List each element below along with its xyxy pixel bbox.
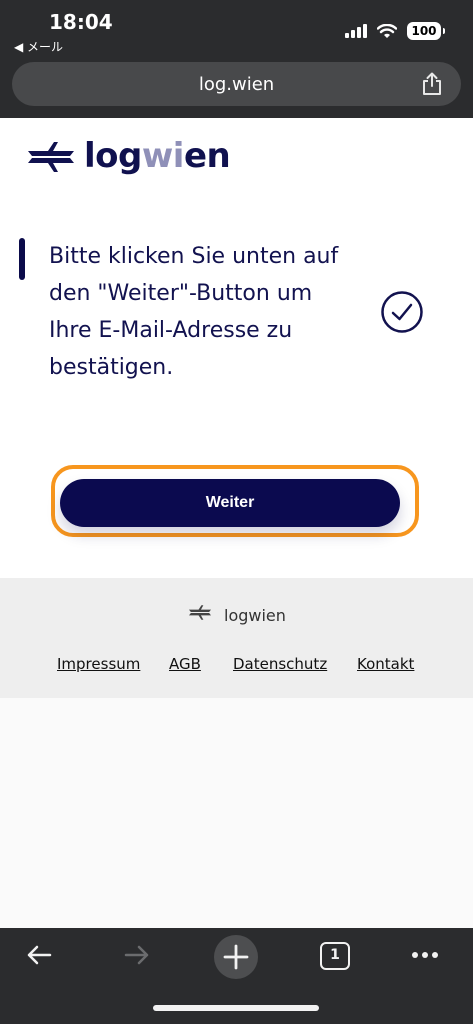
share-icon[interactable] (421, 72, 443, 96)
footer-link-agb[interactable]: AGB (169, 655, 201, 673)
status-icons: 100 (345, 22, 445, 40)
web-page: logwien Bitte klicken Sie unten auf den … (0, 118, 473, 928)
status-time: 18:04 (49, 10, 113, 34)
wifi-icon (377, 23, 397, 38)
logo-text-accent: wi (141, 136, 185, 176)
logo-text-suffix: en (183, 136, 231, 176)
tabs-count-icon[interactable]: 1 (320, 942, 350, 970)
footer-link-kontakt[interactable]: Kontakt (357, 655, 414, 673)
forward-arrow-icon[interactable] (122, 940, 152, 970)
signal-icon (345, 24, 367, 38)
address-bar[interactable]: log.wien (12, 62, 461, 106)
site-footer: logwien Impressum AGB Datenschutz Kontak… (0, 578, 473, 698)
back-to-app-link[interactable]: ◀ メール (14, 38, 63, 55)
continue-button[interactable]: Weiter (60, 479, 400, 527)
more-dots-icon[interactable] (410, 948, 440, 962)
logwien-logo-icon[interactable] (26, 142, 76, 172)
url-text[interactable]: log.wien (12, 74, 461, 95)
back-arrow-icon[interactable] (24, 940, 54, 970)
battery-icon: 100 (407, 22, 445, 40)
logwien-logo-text[interactable]: logwien (84, 136, 231, 176)
footer-link-datenschutz[interactable]: Datenschutz (233, 655, 327, 673)
confirmation-message: Bitte klicken Sie unten auf den "Weiter"… (49, 244, 339, 380)
new-tab-plus-icon[interactable] (213, 934, 259, 980)
site-header: logwien (0, 118, 473, 198)
check-circle-icon (381, 291, 423, 333)
home-indicator[interactable] (153, 1005, 319, 1011)
footer-logo-text[interactable]: logwien (224, 606, 286, 625)
footer-link-impressum[interactable]: Impressum (57, 655, 140, 673)
logo-text-prefix: log (84, 136, 142, 176)
footer-logo-icon[interactable] (188, 605, 212, 620)
accent-bar (19, 238, 25, 280)
browser-top-bar: 18:04 ◀ メール 100 log.wien (0, 0, 473, 118)
